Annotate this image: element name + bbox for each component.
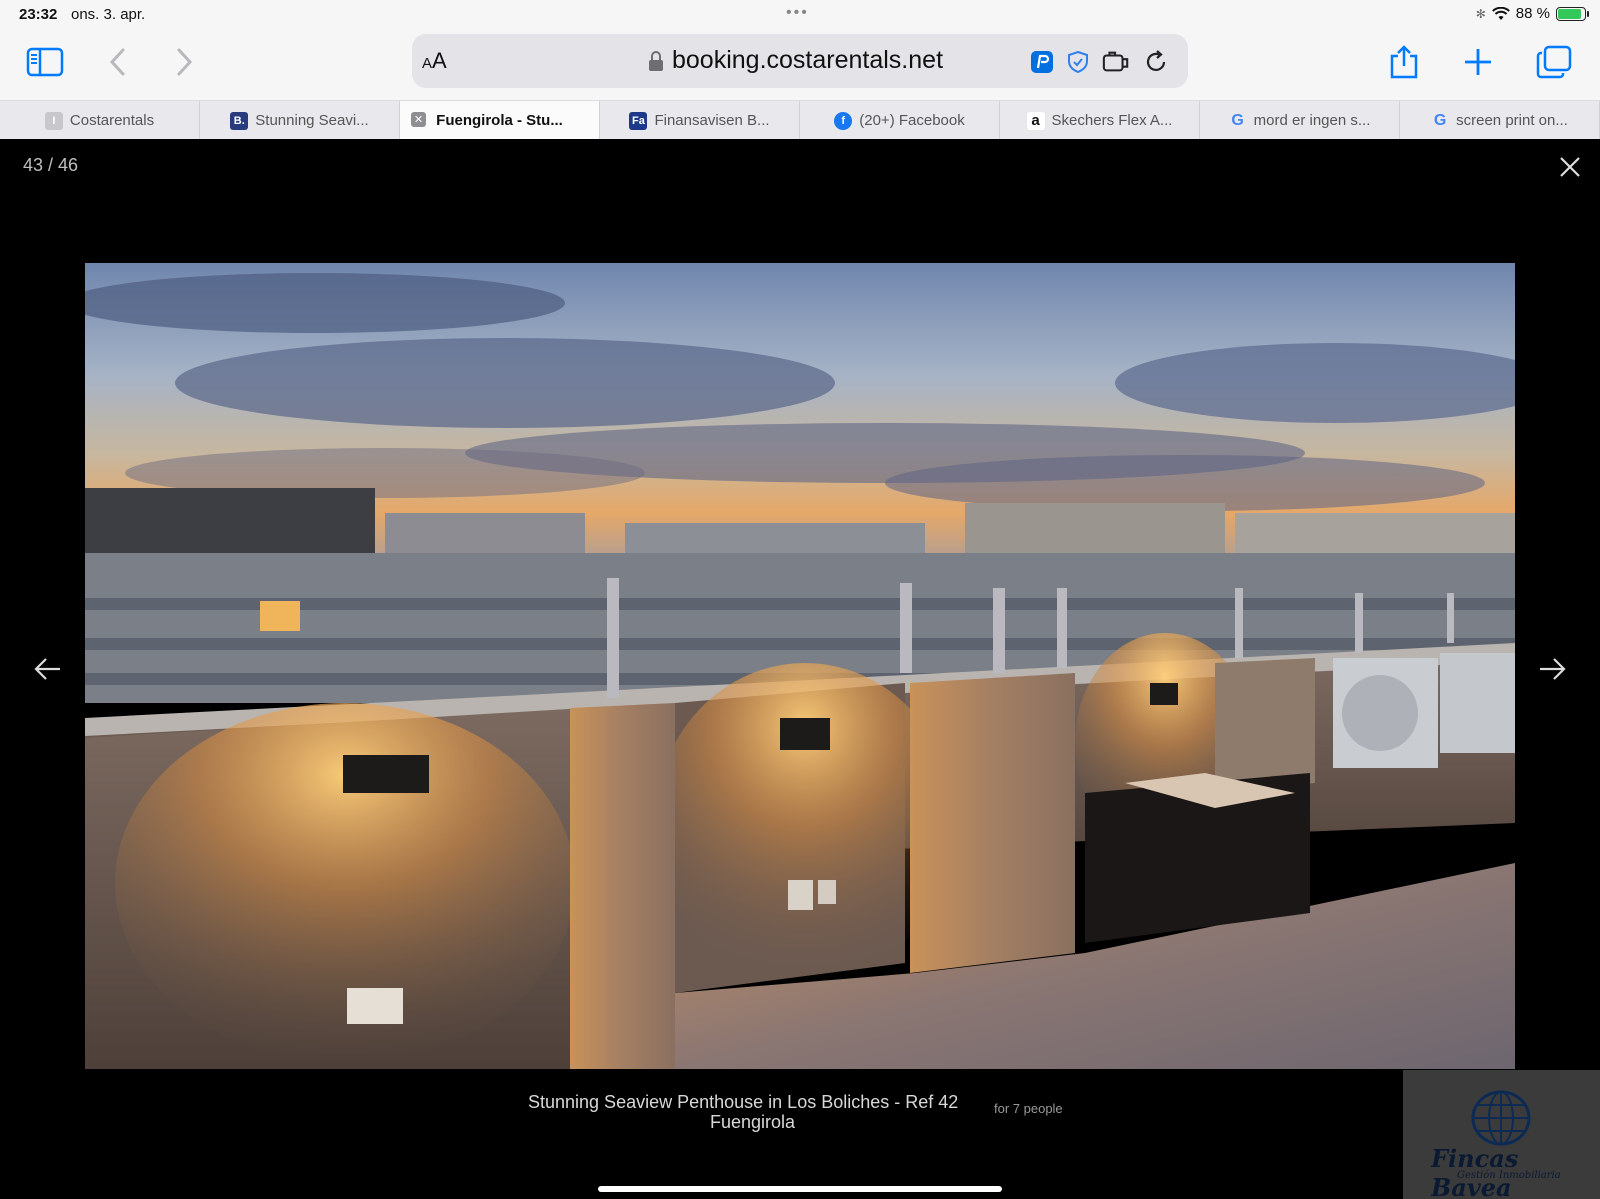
agency-logo: Fincas Bavea Gestión Inmobiliaria <box>1403 1070 1600 1199</box>
extension-puzzle-icon[interactable] <box>1102 48 1130 76</box>
agency-subtitle: Gestión Inmobiliaria <box>1457 1170 1561 1181</box>
lock-icon <box>649 50 663 71</box>
tab-favicon-icon: Fa <box>629 111 648 130</box>
wifi-icon <box>1491 6 1510 20</box>
tab-1[interactable]: B. Stunning Seavi... <box>200 101 400 140</box>
photo-counter: 43 / 46 <box>23 155 79 175</box>
tab-favicon-icon: G <box>1433 111 1447 129</box>
status-bar: 23:32 ons. 3. apr. ••• ✻ 88 % <box>0 0 1600 30</box>
browser-toolbar: AA booking.costarentals.net <box>0 30 1600 100</box>
tab-4[interactable]: f (20+) Facebook <box>800 101 1000 140</box>
facebook-icon: f <box>834 111 853 130</box>
multitasking-dots-icon[interactable]: ••• <box>786 4 809 22</box>
close-icon[interactable] <box>1556 153 1584 181</box>
paypal-extension-icon[interactable] <box>1028 48 1056 76</box>
tab-7[interactable]: Gscreen print on... <box>1400 101 1600 140</box>
tab-favicon-icon: I <box>44 111 63 130</box>
photo-lightbox: 43 / 46 Stunning Seaview Penthouse in Lo… <box>0 139 1600 1199</box>
back-icon[interactable] <box>98 42 138 82</box>
tab-6[interactable]: Gmord er ingen s... <box>1200 101 1400 140</box>
tab-title: Skechers Flex A... <box>1051 112 1173 129</box>
new-tab-plus-icon[interactable] <box>1458 42 1498 82</box>
tab-title: screen print on... <box>1456 112 1568 129</box>
tab-title: (20+) Facebook <box>859 112 965 129</box>
battery-percent: 88 % <box>1515 5 1550 22</box>
tab-bar: I Costarentals B. Stunning Seavi... ✕ Fuengir… <box>0 100 1600 140</box>
tab-favicon-icon: B. <box>230 111 249 130</box>
previous-photo-arrow-icon[interactable] <box>32 655 64 683</box>
tab-title: Finansavisen B... <box>654 112 770 129</box>
next-photo-arrow-icon[interactable] <box>1536 655 1568 683</box>
capacity-text: for 7 people <box>994 1101 1063 1116</box>
tab-title: Costarentals <box>69 112 155 129</box>
text-size-button[interactable]: AA <box>422 48 447 74</box>
globe-icon <box>1471 1090 1531 1146</box>
tab-overview-icon[interactable] <box>1534 42 1574 82</box>
address-bar[interactable]: AA booking.costarentals.net <box>412 34 1188 88</box>
home-indicator[interactable] <box>598 1186 1002 1192</box>
url-host[interactable]: booking.costarentals.net <box>648 46 943 75</box>
rooftop-terrace-photo <box>85 263 1515 1069</box>
tab-title: mord er ingen s... <box>1253 112 1371 129</box>
share-icon[interactable] <box>1384 42 1424 82</box>
sidebar-toggle-icon[interactable] <box>25 42 65 82</box>
battery-icon <box>1556 6 1589 21</box>
tab-title: Fuengirola - Stu... <box>436 112 563 129</box>
tab-2[interactable]: ✕ Fuengirola - Stu... <box>400 101 600 140</box>
listing-location: Fuengirola <box>710 1112 796 1132</box>
tab-favicon-icon: G <box>1231 111 1244 129</box>
loading-icon: ✻ <box>1475 6 1486 21</box>
status-date: ons. 3. apr. <box>71 6 146 23</box>
reload-icon[interactable] <box>1142 48 1170 76</box>
close-tab-icon[interactable]: ✕ <box>411 112 426 127</box>
forward-icon[interactable] <box>164 42 204 82</box>
status-time: 23:32 <box>19 6 58 23</box>
tab-favicon-icon: a <box>1026 111 1045 130</box>
tab-3[interactable]: Fa Finansavisen B... <box>600 101 800 140</box>
status-right: ✻ 88 % <box>1475 5 1589 22</box>
tab-5[interactable]: a Skechers Flex A... <box>1000 101 1200 140</box>
tab-title: Stunning Seavi... <box>255 112 369 129</box>
listing-caption: Stunning Seaview Penthouse in Los Bolich… <box>528 1092 959 1112</box>
shield-extension-icon[interactable] <box>1064 48 1092 76</box>
tab-0[interactable]: I Costarentals <box>0 101 200 140</box>
